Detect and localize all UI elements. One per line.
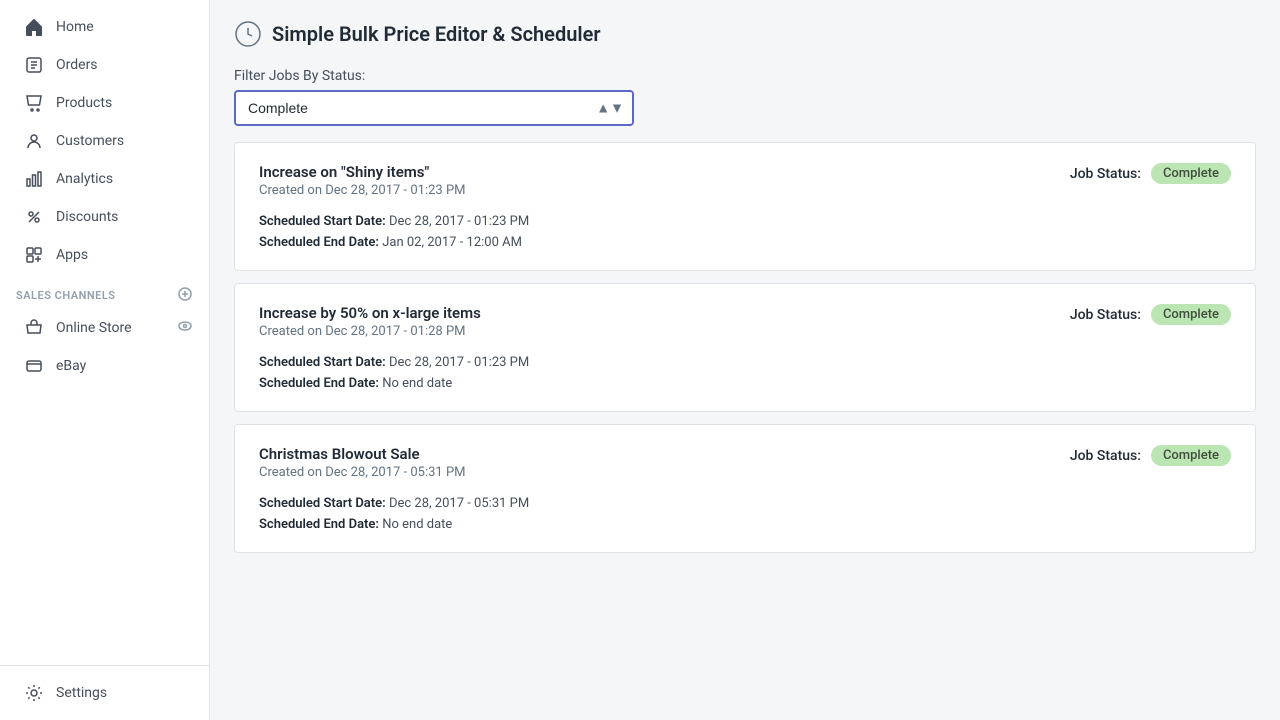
online-store-icon bbox=[24, 318, 44, 338]
job-1-info: Increase on "Shiny items" Created on Dec… bbox=[259, 163, 466, 198]
sales-channels-label: SALES CHANNELS bbox=[16, 289, 116, 302]
job-1-start-value: Dec 28, 2017 - 01:23 PM bbox=[389, 214, 529, 229]
job-2-status-label: Job Status: bbox=[1070, 307, 1141, 323]
job-1-start-label: Scheduled Start Date: bbox=[259, 214, 386, 229]
sales-channels-section: SALES CHANNELS bbox=[0, 274, 209, 309]
sidebar-item-apps-label: Apps bbox=[56, 247, 88, 263]
sidebar-item-discounts[interactable]: Discounts bbox=[8, 199, 201, 235]
job-2-end-value: No end date bbox=[382, 376, 452, 391]
app-icon bbox=[234, 20, 262, 48]
job-3-end-label: Scheduled End Date: bbox=[259, 517, 379, 532]
sidebar-item-online-store[interactable]: Online Store bbox=[8, 310, 169, 346]
filter-select[interactable]: All Complete Pending Failed bbox=[234, 90, 634, 126]
sidebar-item-ebay[interactable]: eBay bbox=[8, 348, 201, 384]
sidebar-item-apps[interactable]: Apps bbox=[8, 237, 201, 273]
page-title: Simple Bulk Price Editor & Scheduler bbox=[272, 22, 601, 46]
job-2-end-date: Scheduled End Date: No end date bbox=[259, 376, 1231, 391]
job-2-dates: Scheduled Start Date: Dec 28, 2017 - 01:… bbox=[259, 355, 1231, 391]
online-store-label: Online Store bbox=[56, 320, 132, 336]
sidebar-item-settings[interactable]: Settings bbox=[8, 675, 201, 711]
sidebar-item-orders[interactable]: Orders bbox=[8, 47, 201, 83]
job-card-3-header: Christmas Blowout Sale Created on Dec 28… bbox=[259, 445, 1231, 480]
filter-section: Filter Jobs By Status: All Complete Pend… bbox=[234, 68, 1256, 126]
add-channel-icon[interactable] bbox=[177, 286, 193, 305]
job-1-status-section: Job Status: Complete bbox=[1070, 163, 1231, 184]
sidebar-item-home-label: Home bbox=[56, 19, 94, 35]
job-2-end-label: Scheduled End Date: bbox=[259, 376, 379, 391]
sidebar-item-home[interactable]: Home bbox=[8, 9, 201, 45]
products-icon bbox=[24, 93, 44, 113]
sidebar: Home Orders Products Customers Analytics… bbox=[0, 0, 210, 720]
job-3-title: Christmas Blowout Sale bbox=[259, 445, 466, 463]
job-2-start-value: Dec 28, 2017 - 01:23 PM bbox=[389, 355, 529, 370]
job-3-dates: Scheduled Start Date: Dec 28, 2017 - 05:… bbox=[259, 496, 1231, 532]
job-1-status-label: Job Status: bbox=[1070, 166, 1141, 182]
job-2-title: Increase by 50% on x-large items bbox=[259, 304, 481, 322]
sidebar-item-customers[interactable]: Customers bbox=[8, 123, 201, 159]
job-card-1: Increase on "Shiny items" Created on Dec… bbox=[234, 142, 1256, 271]
job-3-start-date: Scheduled Start Date: Dec 28, 2017 - 05:… bbox=[259, 496, 1231, 511]
job-3-end-value: No end date bbox=[382, 517, 452, 532]
job-2-status-badge: Complete bbox=[1151, 304, 1231, 325]
job-2-start-label: Scheduled Start Date: bbox=[259, 355, 386, 370]
job-3-info: Christmas Blowout Sale Created on Dec 28… bbox=[259, 445, 466, 480]
job-2-status-section: Job Status: Complete bbox=[1070, 304, 1231, 325]
job-card-2: Increase by 50% on x-large items Created… bbox=[234, 283, 1256, 412]
sidebar-item-products[interactable]: Products bbox=[8, 85, 201, 121]
discounts-icon bbox=[24, 207, 44, 227]
job-3-status-section: Job Status: Complete bbox=[1070, 445, 1231, 466]
orders-icon bbox=[24, 55, 44, 75]
filter-label: Filter Jobs By Status: bbox=[234, 68, 1256, 84]
settings-icon bbox=[24, 683, 44, 703]
job-card-3: Christmas Blowout Sale Created on Dec 28… bbox=[234, 424, 1256, 553]
sidebar-bottom: Settings bbox=[0, 665, 209, 712]
page-header: Simple Bulk Price Editor & Scheduler bbox=[234, 20, 1256, 48]
home-icon bbox=[24, 17, 44, 37]
sidebar-item-analytics[interactable]: Analytics bbox=[8, 161, 201, 197]
job-card-2-header: Increase by 50% on x-large items Created… bbox=[259, 304, 1231, 339]
job-1-status-badge: Complete bbox=[1151, 163, 1231, 184]
job-2-created: Created on Dec 28, 2017 - 01:28 PM bbox=[259, 324, 481, 339]
sidebar-item-products-label: Products bbox=[56, 95, 112, 111]
job-3-start-label: Scheduled Start Date: bbox=[259, 496, 386, 511]
job-1-end-date: Scheduled End Date: Jan 02, 2017 - 12:00… bbox=[259, 235, 1231, 250]
sidebar-item-analytics-label: Analytics bbox=[56, 171, 113, 187]
sidebar-item-orders-label: Orders bbox=[56, 57, 98, 73]
job-3-status-label: Job Status: bbox=[1070, 448, 1141, 464]
online-store-row: Online Store bbox=[0, 309, 209, 347]
sidebar-item-customers-label: Customers bbox=[56, 133, 124, 149]
job-2-info: Increase by 50% on x-large items Created… bbox=[259, 304, 481, 339]
settings-label: Settings bbox=[56, 685, 107, 701]
job-3-created: Created on Dec 28, 2017 - 05:31 PM bbox=[259, 465, 466, 480]
apps-icon bbox=[24, 245, 44, 265]
job-1-created: Created on Dec 28, 2017 - 01:23 PM bbox=[259, 183, 466, 198]
job-1-end-value: Jan 02, 2017 - 12:00 AM bbox=[382, 235, 522, 250]
filter-select-wrapper: All Complete Pending Failed ▲▼ bbox=[234, 90, 634, 126]
ebay-label: eBay bbox=[56, 358, 86, 374]
job-1-end-label: Scheduled End Date: bbox=[259, 235, 379, 250]
job-3-status-badge: Complete bbox=[1151, 445, 1231, 466]
job-1-start-date: Scheduled Start Date: Dec 28, 2017 - 01:… bbox=[259, 214, 1231, 229]
job-1-dates: Scheduled Start Date: Dec 28, 2017 - 01:… bbox=[259, 214, 1231, 250]
job-2-start-date: Scheduled Start Date: Dec 28, 2017 - 01:… bbox=[259, 355, 1231, 370]
customers-icon bbox=[24, 131, 44, 151]
job-1-title: Increase on "Shiny items" bbox=[259, 163, 466, 181]
job-3-end-date: Scheduled End Date: No end date bbox=[259, 517, 1231, 532]
ebay-icon bbox=[24, 356, 44, 376]
job-3-start-value: Dec 28, 2017 - 05:31 PM bbox=[389, 496, 529, 511]
analytics-icon bbox=[24, 169, 44, 189]
eye-icon[interactable] bbox=[169, 310, 201, 346]
job-card-1-header: Increase on "Shiny items" Created on Dec… bbox=[259, 163, 1231, 198]
sidebar-item-discounts-label: Discounts bbox=[56, 209, 118, 225]
main-content: Simple Bulk Price Editor & Scheduler Fil… bbox=[210, 0, 1280, 720]
